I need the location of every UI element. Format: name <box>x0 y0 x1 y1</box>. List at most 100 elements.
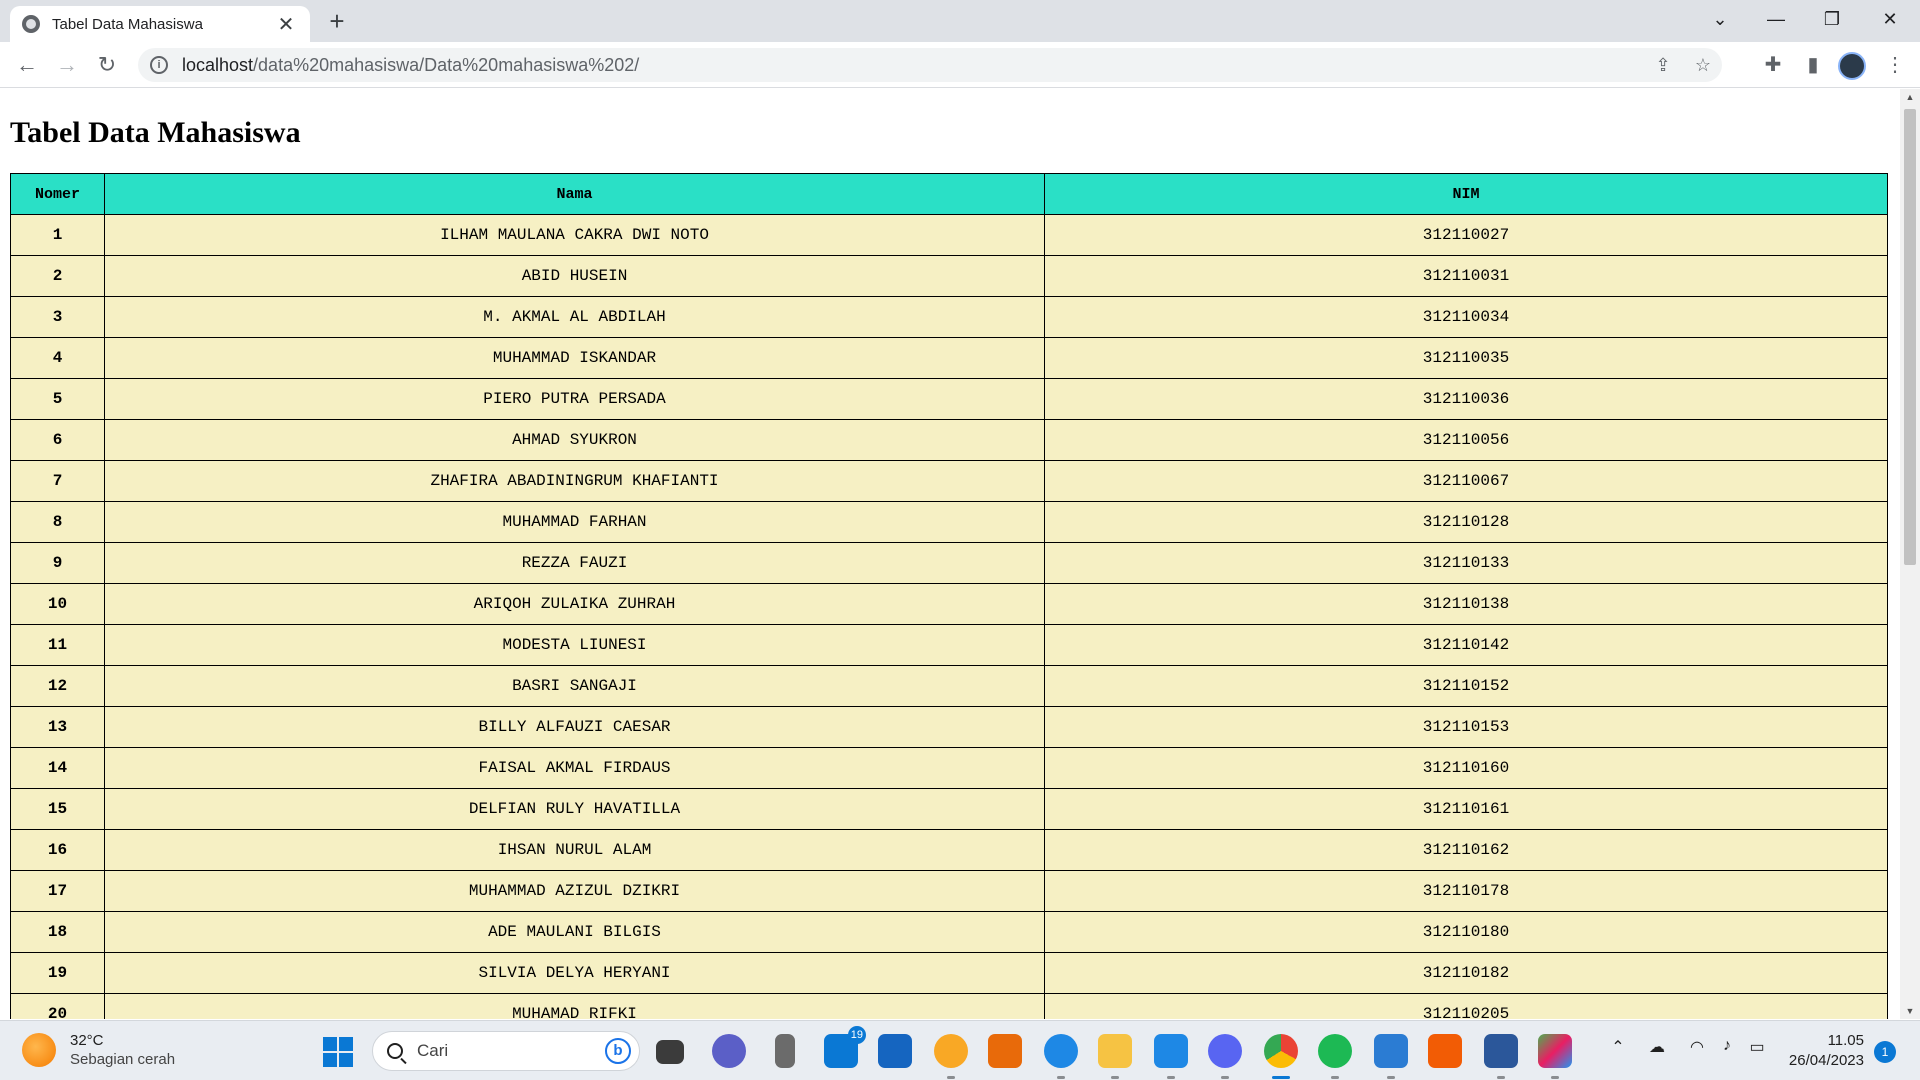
vertical-scrollbar[interactable]: ▲ ▼ <box>1900 89 1920 1019</box>
table-row: 17 MUHAMMAD AZIZUL DZIKRI 312110178 <box>10 870 1888 912</box>
cell-nim: 312110142 <box>1044 624 1888 666</box>
wifi-icon[interactable]: ◠ <box>1684 1037 1710 1057</box>
notification-badge[interactable]: 1 <box>1874 1041 1896 1063</box>
cell-nama: MUHAMMAD AZIZUL DZIKRI <box>104 870 1045 912</box>
cell-nim: 312110182 <box>1044 952 1888 994</box>
new-tab-button[interactable]: + <box>322 6 352 36</box>
cell-nomer: 13 <box>10 706 105 748</box>
whiteboard-icon[interactable] <box>878 1034 912 1068</box>
mail-icon[interactable]: 19 <box>824 1026 866 1068</box>
table-row: 12 BASRI SANGAJI 312110152 <box>10 665 1888 707</box>
profile-avatar[interactable] <box>1838 52 1866 80</box>
cell-nim: 312110031 <box>1044 255 1888 297</box>
cell-nomer: 3 <box>10 296 105 338</box>
onedrive-warning-icon[interactable]: ☁ <box>1644 1037 1670 1057</box>
scroll-down-arrow-icon[interactable]: ▼ <box>1900 1003 1920 1019</box>
table-row: 2 ABID HUSEIN 312110031 <box>10 255 1888 297</box>
cell-nomer: 11 <box>10 624 105 666</box>
cell-nim: 312110162 <box>1044 829 1888 871</box>
browser-tab[interactable]: Tabel Data Mahasiswa ✕ <box>10 6 310 42</box>
page-viewport: Tabel Data Mahasiswa Nomer Nama NIM 1 ILH… <box>0 89 1900 1019</box>
minimize-button[interactable]: — <box>1748 0 1804 40</box>
bookmark-star-icon[interactable]: ☆ <box>1688 48 1718 82</box>
header-nama: Nama <box>104 173 1045 215</box>
cell-nim: 312110161 <box>1044 788 1888 830</box>
teams-chat-icon[interactable] <box>712 1034 746 1068</box>
notepad-icon[interactable] <box>1374 1034 1408 1079</box>
cell-nomer: 4 <box>10 337 105 379</box>
file-explorer-icon[interactable] <box>1098 1034 1132 1079</box>
side-panel-icon[interactable]: ▮ <box>1798 50 1828 80</box>
menu-kebab-icon[interactable]: ⋮ <box>1880 50 1910 80</box>
weather-widget[interactable]: 32°C Sebagian cerah <box>22 1031 175 1069</box>
mouse-app-icon[interactable] <box>775 1034 795 1068</box>
cell-nama: FAISAL AKMAL FIRDAUS <box>104 747 1045 789</box>
cell-nomer: 5 <box>10 378 105 420</box>
share-icon[interactable]: ⇪ <box>1648 48 1678 82</box>
spotify-icon[interactable] <box>1318 1034 1352 1079</box>
cell-nama: PIERO PUTRA PERSADA <box>104 378 1045 420</box>
extensions-puzzle-icon[interactable]: ✚ <box>1758 50 1788 80</box>
cell-nama: SILVIA DELYA HERYANI <box>104 952 1045 994</box>
cell-nim: 312110180 <box>1044 911 1888 953</box>
tab-strip: Tabel Data Mahasiswa ✕ + ⌄ — ❐ ✕ <box>0 0 1920 42</box>
cell-nomer: 17 <box>10 870 105 912</box>
xampp-icon[interactable] <box>1428 1034 1462 1068</box>
close-tab-button[interactable]: ✕ <box>274 12 298 37</box>
cell-nama: IHSAN NURUL ALAM <box>104 829 1045 871</box>
system-clock[interactable]: 11.05 26/04/2023 <box>1774 1031 1864 1071</box>
vscode-icon[interactable] <box>1154 1034 1188 1079</box>
clock-time: 11.05 <box>1827 1032 1864 1049</box>
cell-nomer: 2 <box>10 255 105 297</box>
word-icon[interactable] <box>1484 1034 1518 1079</box>
discord-icon[interactable] <box>1208 1034 1242 1079</box>
cell-nomer: 1 <box>10 214 105 256</box>
cell-nim: 312110160 <box>1044 747 1888 789</box>
forward-arrow-icon[interactable]: → <box>52 50 82 80</box>
reload-icon[interactable]: ↻ <box>92 50 122 80</box>
address-bar[interactable]: i localhost/data%20mahasiswa/Data%20maha… <box>138 48 1722 82</box>
chrome-icon[interactable] <box>1264 1034 1298 1079</box>
table-row: 11 MODESTA LIUNESI 312110142 <box>10 624 1888 666</box>
cell-nomer: 12 <box>10 665 105 707</box>
bing-icon[interactable]: b <box>605 1038 631 1064</box>
globe-icon <box>22 15 40 33</box>
table-row: 5 PIERO PUTRA PERSADA 312110036 <box>10 378 1888 420</box>
cell-nim: 312110036 <box>1044 378 1888 420</box>
cell-nim: 312110035 <box>1044 337 1888 379</box>
table-row: 6 AHMAD SYUKRON 312110056 <box>10 419 1888 461</box>
sublime-text-icon[interactable] <box>988 1034 1022 1068</box>
table-row: 7 ZHAFIRA ABADININGRUM KHAFIANTI 312110067 <box>10 460 1888 502</box>
table-row: 10 ARIQOH ZULAIKA ZUHRAH 312110138 <box>10 583 1888 625</box>
battery-icon[interactable]: ▭ <box>1744 1037 1770 1057</box>
tab-search-chevron-icon[interactable]: ⌄ <box>1692 0 1748 40</box>
cell-nama: ZHAFIRA ABADININGRUM KHAFIANTI <box>104 460 1045 502</box>
page-title: Tabel Data Mahasiswa <box>10 116 301 149</box>
weather-sun-icon <box>22 1033 56 1067</box>
weather-condition: Sebagian cerah <box>70 1051 176 1068</box>
browser-toolbar: ← → ↻ i localhost/data%20mahasiswa/Data%… <box>0 42 1920 88</box>
weather-temperature: 32°C <box>70 1032 104 1049</box>
edge-browser-icon[interactable] <box>1044 1034 1078 1079</box>
cell-nomer: 14 <box>10 747 105 789</box>
volume-icon[interactable]: ♪ <box>1714 1037 1740 1055</box>
cell-nim: 312110067 <box>1044 460 1888 502</box>
scroll-up-arrow-icon[interactable]: ▲ <box>1900 89 1920 105</box>
tray-overflow-chevron-icon[interactable]: ⌃ <box>1605 1037 1631 1057</box>
close-window-button[interactable]: ✕ <box>1862 0 1918 40</box>
multicolor-app-icon[interactable] <box>1538 1034 1572 1079</box>
table-row: 13 BILLY ALFAUZI CAESAR 312110153 <box>10 706 1888 748</box>
cell-nomer: 8 <box>10 501 105 543</box>
cell-nim: 312110128 <box>1044 501 1888 543</box>
taskbar-search-box[interactable]: Cari b <box>372 1031 640 1071</box>
windows-start-icon[interactable] <box>323 1037 353 1067</box>
scrollbar-thumb[interactable] <box>1904 109 1916 565</box>
back-arrow-icon[interactable]: ← <box>12 50 42 80</box>
header-nomer: Nomer <box>10 173 105 215</box>
site-info-icon[interactable]: i <box>150 56 168 74</box>
table-row: 20 MUHAMAD RIFKI 312110205 <box>10 993 1888 1019</box>
task-view-icon[interactable] <box>656 1040 684 1064</box>
opera-browser-icon[interactable] <box>934 1034 968 1079</box>
table-row: 3 M. AKMAL AL ABDILAH 312110034 <box>10 296 1888 338</box>
restore-button[interactable]: ❐ <box>1804 0 1860 40</box>
